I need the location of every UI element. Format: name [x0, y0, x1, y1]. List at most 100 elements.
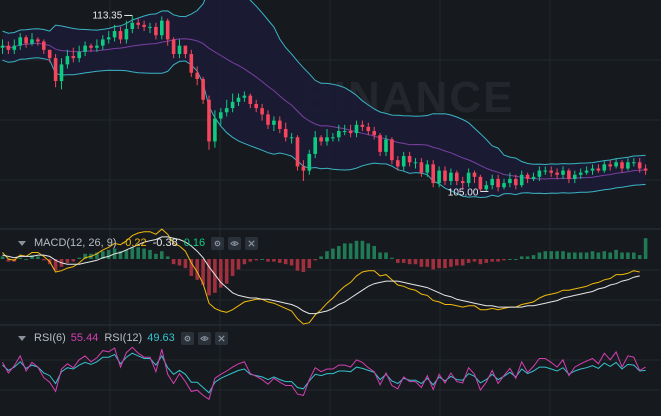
macd-histogram-bar — [537, 252, 542, 259]
candle-body — [260, 108, 264, 115]
macd-histogram-bar — [348, 243, 353, 259]
macd-histogram-bar — [407, 259, 412, 265]
macd-histogram-bar — [189, 259, 194, 276]
settings-icon[interactable] — [180, 331, 194, 345]
macd-histogram-bar — [266, 259, 270, 262]
candle-body — [106, 37, 111, 40]
macd-histogram-bar — [307, 259, 312, 269]
rsi12-name: RSI(12) — [104, 332, 143, 344]
trading-chart[interactable]: BINANCE113.35105.00 — [0, 0, 661, 416]
candle-body — [449, 172, 453, 182]
candle-body — [573, 174, 577, 179]
macd-histogram-bar — [437, 259, 441, 269]
candle-body — [248, 95, 253, 104]
macd-histogram-bar — [106, 249, 111, 259]
macd-histogram-bar — [555, 251, 559, 259]
rsi-header: RSI(6) 55.44 RSI(12) 49.63 — [0, 330, 232, 346]
candle-body — [301, 166, 306, 171]
rsi-collapse-caret-icon[interactable] — [18, 335, 26, 341]
candle-body — [496, 178, 500, 188]
macd-collapse-caret-icon[interactable] — [18, 240, 26, 246]
candle-body — [171, 39, 176, 54]
macd-histogram-bar — [242, 259, 247, 265]
macd-histogram-bar — [319, 256, 323, 259]
rsi6-name: RSI(6) — [34, 332, 66, 344]
macd-histogram-bar — [260, 259, 264, 260]
candle-body — [455, 172, 459, 182]
candle-body — [478, 176, 483, 190]
candle-body — [319, 137, 323, 142]
macd-histogram-bar — [366, 243, 371, 259]
candle-body — [620, 162, 624, 169]
rsi6-line — [2, 346, 646, 401]
macd-histogram-bar — [148, 249, 152, 259]
candle-body — [632, 162, 636, 164]
candle-body — [378, 135, 382, 152]
macd-histogram-bar — [360, 240, 365, 259]
candle-body — [425, 164, 430, 173]
candle-body — [578, 172, 583, 175]
candle-body — [124, 28, 129, 40]
candle-body — [12, 45, 17, 50]
candle-body — [348, 131, 353, 134]
macd-histogram-bar — [632, 252, 636, 259]
macd-histogram-bar — [165, 256, 170, 259]
settings-icon[interactable] — [211, 236, 225, 250]
macd-hist-value: 0.16 — [183, 237, 206, 249]
candle-body — [537, 170, 542, 177]
macd-histogram-bar — [254, 259, 258, 261]
close-icon[interactable] — [245, 236, 259, 250]
candle-body — [514, 178, 518, 186]
candle-body — [242, 95, 247, 98]
candle-body — [519, 174, 524, 186]
candle-body — [36, 39, 40, 42]
macd-histogram-bar — [325, 251, 329, 259]
candle-body — [83, 45, 87, 52]
macd-histogram-bar — [390, 257, 394, 259]
macd-histogram-bar — [301, 259, 306, 272]
eye-icon[interactable] — [197, 331, 211, 345]
candle-body — [484, 185, 489, 190]
candle-body — [42, 41, 46, 50]
candle-body — [213, 118, 217, 142]
candle-body — [130, 22, 135, 29]
candle-body — [77, 51, 81, 59]
candle-body — [502, 183, 506, 188]
macd-histogram-bar — [124, 249, 129, 259]
macd-histogram-bar — [342, 243, 347, 259]
macd-histogram-bar — [36, 256, 40, 259]
macd-histogram-bar — [18, 257, 22, 259]
candle-body — [384, 139, 388, 152]
macd-histogram-bar — [171, 259, 176, 265]
candle-body — [614, 162, 618, 167]
eye-icon[interactable] — [228, 236, 242, 250]
macd-histogram-bar — [578, 252, 583, 259]
macd-histogram-bar — [431, 259, 435, 270]
candle-body — [266, 114, 270, 125]
candle-body — [549, 170, 553, 173]
candle-body — [183, 45, 188, 54]
candle-body — [101, 39, 105, 46]
macd-histogram-bar — [224, 259, 229, 284]
macd-histogram-bar — [596, 252, 601, 259]
macd-histogram-bar — [183, 259, 188, 269]
candle-body — [95, 45, 99, 48]
candle-body — [6, 45, 11, 50]
candle-body — [590, 168, 595, 171]
macd-histogram-bar — [496, 259, 500, 262]
macd-histogram-bar — [236, 259, 241, 270]
candle-body — [567, 170, 571, 179]
low-price-label: 105.00 — [448, 187, 479, 198]
candle-body — [543, 170, 548, 172]
candle-body — [419, 162, 424, 173]
candle-body — [47, 49, 52, 59]
close-icon[interactable] — [214, 331, 228, 345]
candle-body — [65, 56, 70, 65]
candle-body — [401, 156, 406, 167]
candle-body — [413, 162, 418, 164]
candle-body — [561, 170, 565, 175]
candle-body — [643, 168, 648, 171]
macd-histogram-bar — [295, 259, 300, 271]
candle-body — [160, 20, 164, 36]
candle-body — [289, 137, 294, 139]
